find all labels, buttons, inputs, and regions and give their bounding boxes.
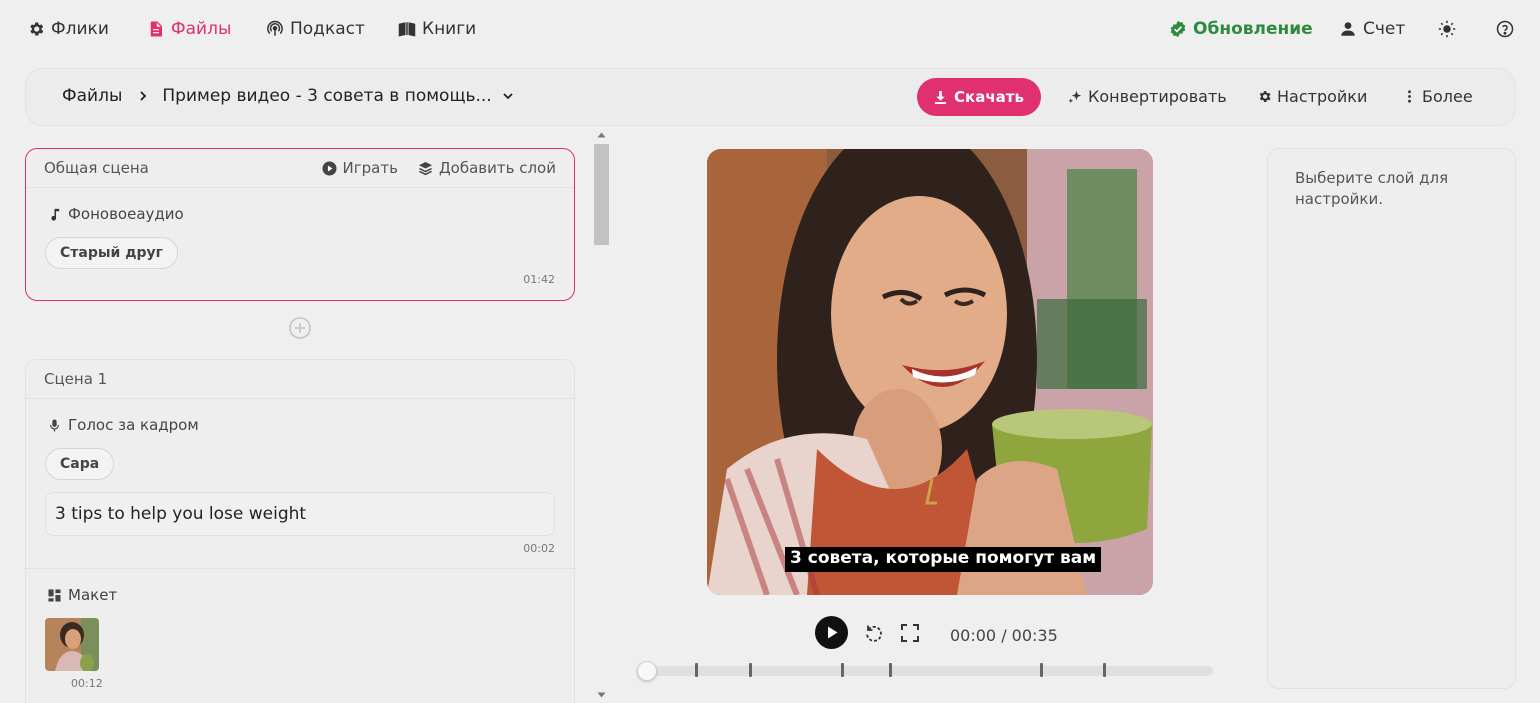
layer-settings-panel: Выберите слой для настройки. xyxy=(1267,148,1516,689)
voiceover-text: Голос за кадром xyxy=(68,416,199,434)
convert-label: Конвертировать xyxy=(1088,87,1227,106)
layout-label: Макет xyxy=(48,586,117,604)
add-layer-button[interactable]: Добавить слой xyxy=(418,159,556,177)
breadcrumb-files[interactable]: Файлы xyxy=(62,86,122,106)
nav-books-label: Книги xyxy=(422,19,477,39)
nav-files-label: Файлы xyxy=(171,19,232,39)
scene-1-header: Сцена 1 xyxy=(26,360,574,399)
script-text-input[interactable]: 3 tips to help you lose weight xyxy=(45,492,555,536)
script-duration: 00:02 xyxy=(523,542,555,555)
nav-account-label: Счет xyxy=(1363,19,1406,39)
timeline-marker[interactable] xyxy=(695,663,698,677)
general-scene-card[interactable]: Общая сцена Играть Добавить слой Фоновое… xyxy=(25,148,575,301)
replay-icon xyxy=(864,623,884,643)
nav-flicks-label: Флики xyxy=(51,19,109,39)
download-button[interactable]: Скачать xyxy=(917,78,1041,116)
fullscreen-icon xyxy=(900,623,920,643)
voiceover-label: Голос за кадром xyxy=(48,416,199,434)
timeline-marker[interactable] xyxy=(889,663,892,677)
convert-button[interactable]: Конвертировать xyxy=(1068,87,1227,106)
fullscreen-button[interactable] xyxy=(900,623,920,643)
replay-button[interactable] xyxy=(864,623,884,643)
play-circle-icon xyxy=(322,160,337,176)
nav-podcast-label: Подкаст xyxy=(290,19,365,39)
top-nav: Флики Файлы Подкаст Книги Обновление Сче… xyxy=(0,0,1540,58)
nav-podcast[interactable]: Подкаст xyxy=(266,17,365,41)
download-icon xyxy=(934,90,947,104)
more-vertical-icon xyxy=(1402,89,1417,104)
scrollbar-thumb[interactable] xyxy=(594,144,609,245)
music-note-icon xyxy=(48,208,61,221)
book-icon xyxy=(398,20,416,38)
general-scene-header: Общая сцена Играть Добавить слой xyxy=(26,149,574,188)
gear-icon xyxy=(1257,89,1272,104)
nav-update[interactable]: Обновление xyxy=(1169,17,1313,41)
layers-icon xyxy=(418,161,433,176)
scroll-down-arrow-icon[interactable] xyxy=(597,692,606,698)
background-audio-label: Фоновоеаудио xyxy=(48,205,184,223)
timeline-marker[interactable] xyxy=(841,663,844,677)
document-icon xyxy=(147,20,165,38)
select-layer-hint: Выберите слой для настройки. xyxy=(1295,169,1449,208)
play-button[interactable] xyxy=(815,616,848,649)
general-scene-duration: 01:42 xyxy=(523,273,555,286)
layout-text: Макет xyxy=(68,586,118,604)
scene-1-title: Сцена 1 xyxy=(44,370,108,388)
general-scene-title: Общая сцена xyxy=(44,159,149,177)
layout-thumbnail[interactable] xyxy=(45,618,99,671)
theme-toggle[interactable] xyxy=(1438,17,1456,41)
editor-toolbar: Файлы Пример видео - 3 совета в помощь..… xyxy=(25,68,1516,126)
sun-icon xyxy=(1438,20,1456,38)
breadcrumb: Файлы Пример видео - 3 совета в помощь..… xyxy=(62,86,514,106)
gear-icon xyxy=(27,20,45,38)
background-audio-text: Фоновоеаудио xyxy=(68,205,184,223)
verified-badge-icon xyxy=(1169,20,1187,38)
timeline-track[interactable] xyxy=(646,666,1213,676)
nav-update-label: Обновление xyxy=(1193,19,1313,39)
nav-files[interactable]: Файлы xyxy=(147,17,231,41)
add-scene-button[interactable] xyxy=(289,317,311,339)
timeline-marker[interactable] xyxy=(1040,663,1043,677)
scroll-up-arrow-icon[interactable] xyxy=(597,132,606,138)
video-preview[interactable] xyxy=(707,149,1153,595)
chevron-down-icon[interactable] xyxy=(502,90,514,102)
timeline-scrubber-handle[interactable] xyxy=(637,661,657,681)
settings-label: Настройки xyxy=(1277,87,1368,106)
microphone-icon xyxy=(48,418,61,432)
podcast-icon xyxy=(266,20,284,38)
subtitle-overlay: 3 совета, которые помогут вам xyxy=(785,547,1102,572)
user-icon xyxy=(1339,20,1357,38)
play-scene-label: Играть xyxy=(342,159,398,177)
help-icon xyxy=(1496,20,1514,38)
nav-account[interactable]: Счет xyxy=(1339,17,1405,41)
more-button[interactable]: Более xyxy=(1402,87,1473,106)
section-divider xyxy=(26,568,574,569)
nav-books[interactable]: Книги xyxy=(398,17,476,41)
music-track-chip[interactable]: Старый друг xyxy=(45,237,178,269)
play-icon xyxy=(815,616,848,649)
dashboard-icon xyxy=(48,588,61,602)
settings-button[interactable]: Настройки xyxy=(1257,87,1367,106)
timeline-marker[interactable] xyxy=(1103,663,1106,677)
sparkle-icon xyxy=(1068,89,1083,104)
voice-chip[interactable]: Сара xyxy=(45,448,115,480)
nav-flicks[interactable]: Флики xyxy=(27,17,109,41)
time-readout: 00:00 / 00:35 xyxy=(950,626,1058,645)
layout-duration: 00:12 xyxy=(71,677,103,690)
plus-circle-icon xyxy=(289,317,311,339)
breadcrumb-current-file[interactable]: Пример видео - 3 совета в помощь... xyxy=(162,86,491,106)
download-label: Скачать xyxy=(954,88,1024,106)
chevron-right-icon xyxy=(137,90,149,102)
timeline-marker[interactable] xyxy=(749,663,752,677)
scene-1-card[interactable]: Сцена 1 Голос за кадром Сара 3 tips to h… xyxy=(25,359,575,703)
more-label: Более xyxy=(1422,87,1473,106)
help-button[interactable] xyxy=(1496,17,1514,41)
play-scene-button[interactable]: Играть xyxy=(322,159,398,177)
add-layer-label: Добавить слой xyxy=(438,159,556,177)
